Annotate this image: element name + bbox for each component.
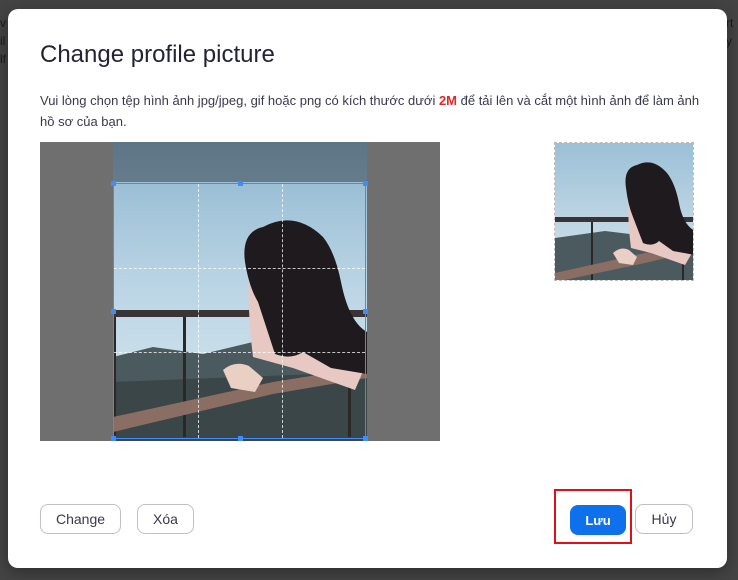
crop-handle-bottom-left[interactable]: [111, 436, 116, 441]
crop-outside-shade: [113, 142, 367, 182]
grid-line: [282, 184, 283, 438]
change-button[interactable]: Change: [40, 504, 121, 534]
cancel-button[interactable]: Hủy: [635, 504, 693, 534]
size-limit: 2M: [438, 93, 458, 108]
crop-handle-top-left[interactable]: [111, 181, 116, 186]
avatar-preview-image: [555, 143, 693, 280]
grid-line: [114, 352, 365, 353]
grid-line: [114, 268, 365, 269]
dialog-title: Change profile picture: [40, 41, 275, 68]
crop-handle-top[interactable]: [238, 181, 243, 186]
grid-line: [198, 184, 199, 438]
change-profile-picture-dialog: Change profile picture Vui lòng chọn tệp…: [8, 9, 727, 568]
crop-handle-bottom-right[interactable]: [363, 436, 368, 441]
crop-handle-bottom[interactable]: [238, 436, 243, 441]
save-button[interactable]: Lưu: [570, 505, 626, 535]
crop-handle-left[interactable]: [111, 309, 116, 314]
delete-button[interactable]: Xóa: [137, 504, 194, 534]
crop-area[interactable]: [40, 142, 440, 441]
avatar-preview: [554, 142, 694, 281]
crop-handle-right[interactable]: [363, 309, 368, 314]
crop-selection[interactable]: [111, 181, 368, 441]
dialog-description: Vui lòng chọn tệp hình ảnh jpg/jpeg, gif…: [40, 93, 700, 129]
crop-handle-top-right[interactable]: [363, 181, 368, 186]
